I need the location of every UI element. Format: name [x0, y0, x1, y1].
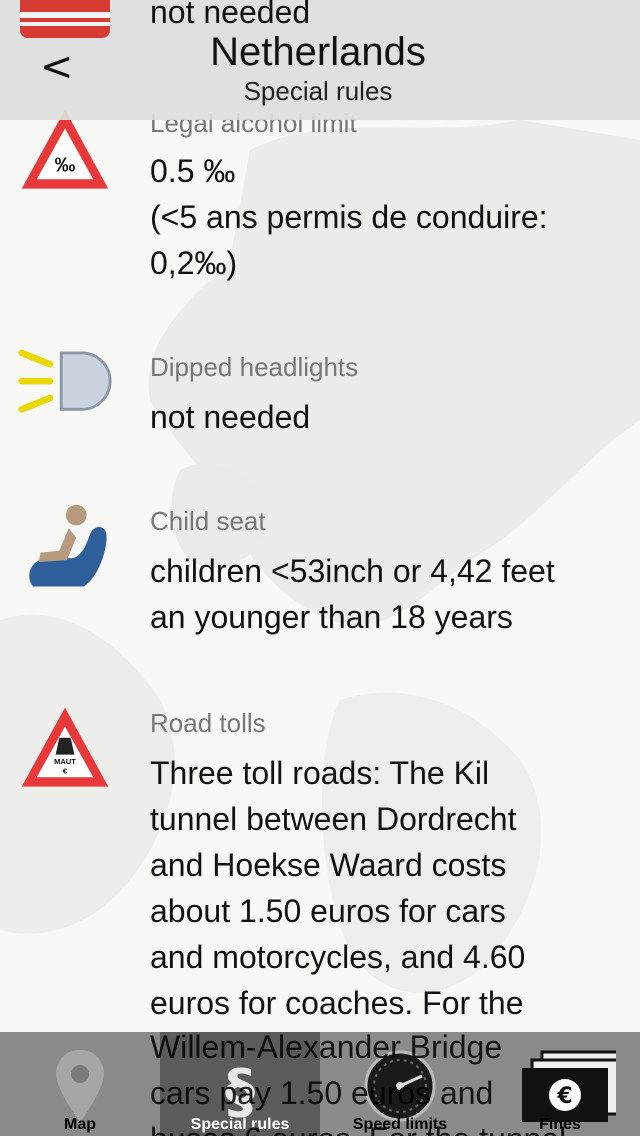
tab-map[interactable]: Map	[0, 1032, 160, 1136]
tab-label: Speed limits	[352, 1116, 448, 1133]
rule-value: 0.5 ‰ (<5 ans permis de conduire: 0,2‰)	[150, 148, 620, 286]
tab-bar: Map § Special rules Speed limits € Fines	[0, 1032, 640, 1136]
svg-text:MAUT: MAUT	[54, 757, 76, 766]
tab-label: Map	[64, 1116, 96, 1133]
headlights-icon	[18, 349, 112, 413]
child-seat-icon	[29, 504, 107, 587]
rule-value-line: 0,2‰)	[150, 245, 238, 281]
rule-value-line: about 1.50 euros for cars	[150, 893, 506, 929]
speedometer-icon	[364, 1050, 436, 1122]
svg-text:‰: ‰	[55, 154, 76, 177]
rule-label: Child seat	[150, 506, 266, 536]
page-subtitle: Special rules	[243, 76, 393, 106]
rule-value-line: children <53inch or 4,42 feet	[150, 553, 555, 589]
tab-label: Fines	[539, 1116, 581, 1133]
rule-value-line: an younger than 18 years	[150, 599, 513, 635]
rule-value-line: and Hoekse Waard costs	[150, 847, 507, 883]
rule-value-line: tunnel between Dordrecht	[150, 801, 517, 837]
tab-speed-limits[interactable]: Speed limits	[320, 1032, 480, 1136]
rule-label: Dipped headlights	[150, 352, 359, 382]
tab-special-rules[interactable]: § Special rules	[160, 1032, 320, 1136]
rule-label: Road tolls	[150, 708, 266, 738]
previous-rule-value: not needed	[150, 0, 311, 30]
rule-value-line: euros for coaches. For the	[150, 985, 524, 1021]
rule-value: not needed	[150, 394, 620, 440]
paragraph-icon: §	[225, 1057, 255, 1126]
banknote-icon: €	[522, 1050, 616, 1122]
rule-value-line: (<5 ans permis de conduire:	[150, 199, 548, 235]
page-title: Netherlands	[210, 30, 426, 74]
road-toll-icon: MAUT €	[21, 707, 109, 787]
rule-value-line: Three toll roads: The Kil	[150, 755, 490, 791]
rule-value: children <53inch or 4,42 feet an younger…	[150, 548, 620, 640]
nav-header: not needed Netherlands Special rules <	[0, 0, 640, 120]
tab-label: Special rules	[190, 1116, 290, 1133]
rule-value: Three toll roads: The Kil tunnel between…	[150, 750, 620, 1026]
tab-fines[interactable]: € Fines	[480, 1032, 640, 1136]
rule-value-line: and motorcycles, and 4.60	[150, 939, 526, 975]
back-button[interactable]: <	[40, 44, 74, 90]
rule-value-line: 0.5 ‰	[150, 153, 236, 189]
map-pin-icon	[56, 1050, 104, 1122]
rule-value-line: not needed	[150, 399, 311, 435]
rules-list[interactable]: ‰ Legal alcohol limit 0.5 ‰ (<5 ans perm…	[0, 0, 640, 1136]
svg-text:€: €	[556, 1084, 572, 1109]
